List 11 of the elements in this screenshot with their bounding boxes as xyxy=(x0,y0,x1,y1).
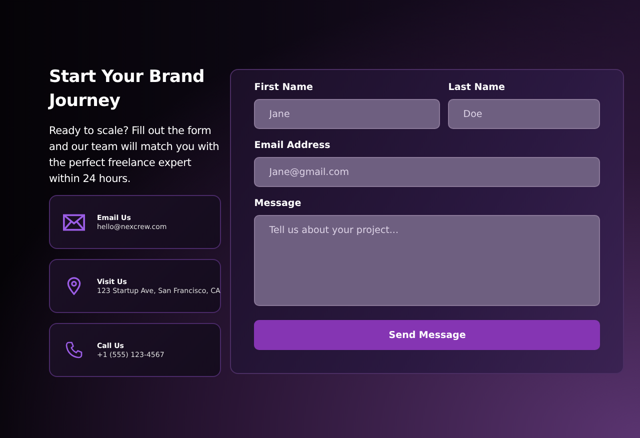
send-message-button[interactable]: Send Message xyxy=(254,320,600,350)
field-label: Message xyxy=(254,198,302,209)
intro-text: Ready to scale? Fill out the form and our team will match you with the perfect freelance expert within 24 hours. xyxy=(49,124,220,187)
heading: Start Your Brand Journey xyxy=(49,66,206,113)
last-name-field[interactable]: Doe xyxy=(448,99,600,129)
phone-icon xyxy=(63,341,85,359)
message-field[interactable]: Tell us about your project... xyxy=(254,215,600,306)
field-label: Email Address xyxy=(254,140,332,151)
envelope-icon xyxy=(63,214,85,230)
field-label: First Name xyxy=(254,82,314,93)
field-label: Last Name xyxy=(448,82,506,93)
